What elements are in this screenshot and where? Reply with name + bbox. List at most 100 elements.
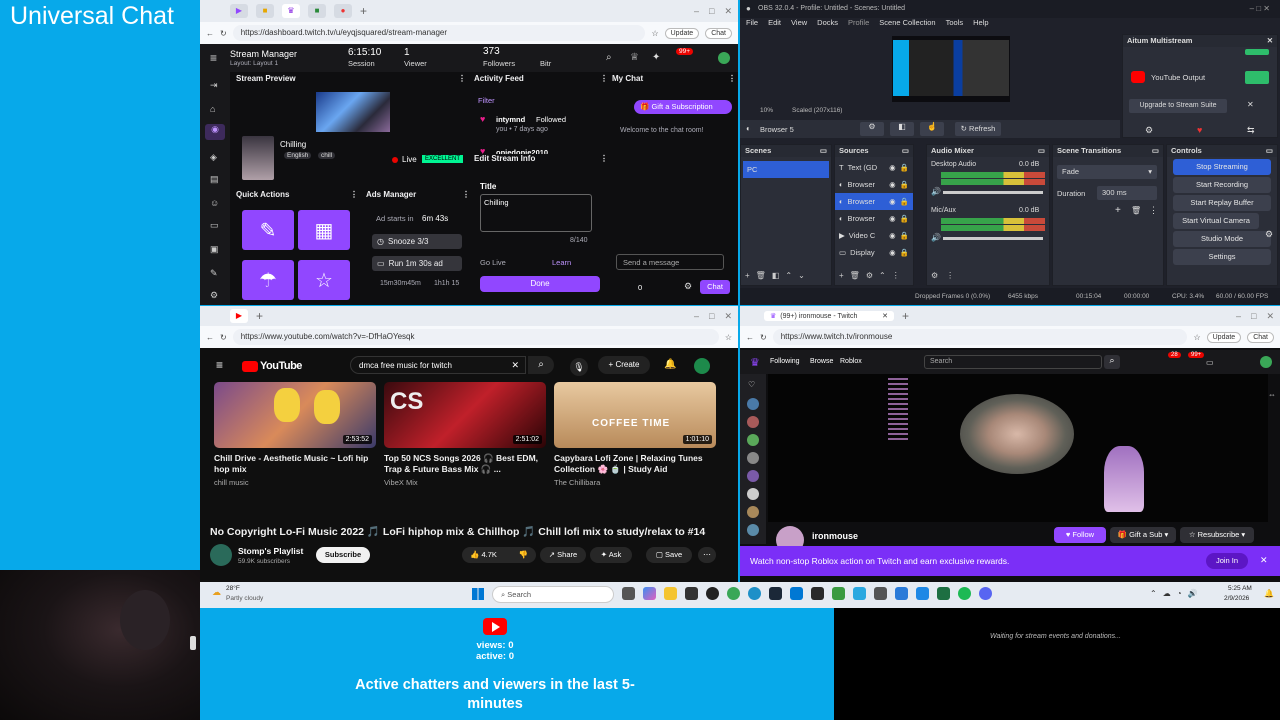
- back-icon[interactable]: ←: [746, 333, 754, 342]
- more-icon[interactable]: ⋮: [462, 190, 470, 199]
- reload-icon[interactable]: ↻: [760, 333, 767, 342]
- dock-menu-icon[interactable]: ▭: [820, 146, 827, 156]
- link-icon[interactable]: ⇆: [1247, 125, 1255, 136]
- raid-tile[interactable]: ☂: [242, 260, 294, 300]
- video-title[interactable]: Top 50 NCS Songs 2026 🎧 Best EDM, Trap &…: [384, 453, 548, 475]
- trash-icon[interactable]: 🗑: [756, 271, 766, 280]
- inbox-icon[interactable]: ▭: [1206, 358, 1214, 367]
- nav-roblox[interactable]: Roblox: [840, 358, 862, 365]
- favorite-tile[interactable]: ☆: [298, 260, 350, 300]
- menu-profile[interactable]: Profile: [848, 18, 869, 32]
- filters-button[interactable]: ◧: [890, 122, 914, 136]
- menu-docks[interactable]: Docks: [817, 18, 838, 32]
- url-field[interactable]: https://www.youtube.com/watch?v=-DfHaOYe…: [232, 329, 719, 345]
- volume-icon[interactable]: 🔊: [1188, 589, 1198, 598]
- weather-icon[interactable]: ☁: [212, 587, 221, 598]
- source-item[interactable]: ▭ Display ◉ 🔒: [835, 244, 913, 261]
- gear-icon[interactable]: ⚙: [684, 281, 692, 292]
- up-icon[interactable]: ⌃: [879, 271, 886, 280]
- clock-time[interactable]: 5:25 AM: [1228, 585, 1252, 592]
- close-icon[interactable]: ✕: [724, 6, 732, 17]
- creator-tools-icon[interactable]: ✎: [210, 268, 218, 279]
- dock-menu-icon[interactable]: ▭: [902, 146, 909, 156]
- update-button[interactable]: Update: [664, 27, 700, 39]
- clear-icon[interactable]: ✕: [511, 360, 519, 371]
- app-icon[interactable]: [853, 587, 866, 600]
- video-title[interactable]: Chill Drive - Aesthetic Music ~ Lofi hip…: [214, 453, 378, 475]
- scrollbar[interactable]: ⇔: [1268, 390, 1276, 399]
- edit-stream-info-tile[interactable]: ✎: [242, 210, 294, 250]
- run-ad-button[interactable]: ▭ Run 1m 30s ad: [372, 256, 462, 271]
- browser-tab[interactable]: ▶: [230, 4, 248, 18]
- output-toggle-button[interactable]: [1245, 71, 1269, 84]
- home-icon[interactable]: ⌂: [210, 104, 215, 114]
- maximize-icon[interactable]: □: [709, 311, 714, 322]
- channel-avatar[interactable]: [747, 524, 759, 536]
- filter-button[interactable]: Filter: [478, 96, 495, 105]
- stop-streaming-button[interactable]: Stop Streaming: [1173, 159, 1271, 175]
- app-icon[interactable]: [832, 587, 845, 600]
- gear-icon[interactable]: ⚙: [931, 271, 938, 280]
- magic-icon[interactable]: ✦: [652, 52, 660, 63]
- defender-icon[interactable]: [790, 587, 803, 600]
- dock-menu-icon[interactable]: ▭: [1038, 146, 1045, 156]
- channel-avatar[interactable]: [210, 544, 232, 566]
- follow-button[interactable]: ♥ Follow: [1054, 527, 1106, 543]
- browser-tab[interactable]: ●: [334, 4, 352, 18]
- scaled-label[interactable]: Scaled (207x116): [792, 107, 842, 114]
- gear-icon[interactable]: ⚙: [866, 271, 873, 280]
- start-recording-button[interactable]: Start Recording: [1173, 177, 1271, 193]
- refresh-button[interactable]: ↻ Refresh: [955, 122, 1001, 136]
- eye-icon[interactable]: ◉: [889, 231, 896, 240]
- interact-button[interactable]: ☝: [920, 122, 944, 136]
- avatar[interactable]: [1260, 356, 1272, 368]
- speaker-icon[interactable]: 🔊: [931, 187, 941, 196]
- more-icon[interactable]: ⋮: [728, 74, 736, 83]
- gift-subscription-button[interactable]: 🎁 Gift a Subscription: [634, 100, 732, 114]
- obs-icon[interactable]: [706, 587, 719, 600]
- eye-icon[interactable]: ◉: [889, 214, 896, 223]
- ask-button[interactable]: ✦ Ask: [590, 547, 632, 563]
- more-icon[interactable]: ⋮: [892, 271, 900, 280]
- more-icon[interactable]: ⋮: [458, 74, 466, 83]
- video-thumbnail[interactable]: COFFEE TIME 1:01:10: [554, 382, 716, 448]
- minimize-icon[interactable]: –: [1236, 311, 1241, 322]
- eye-icon[interactable]: ◉: [889, 248, 896, 257]
- mic-icon[interactable]: 🎙: [570, 358, 588, 376]
- bell-icon[interactable]: 🔔: [1264, 589, 1274, 598]
- resubscribe-button[interactable]: ☆ Resubscribe ▾: [1180, 527, 1254, 543]
- copilot-chat-button[interactable]: Chat: [1247, 331, 1274, 343]
- star-icon[interactable]: ☆: [725, 333, 732, 342]
- bell-icon[interactable]: 🔔: [664, 359, 676, 370]
- prime-badge[interactable]: 28: [1168, 352, 1181, 358]
- chrome-icon[interactable]: [727, 587, 740, 600]
- menu-tools[interactable]: Tools: [946, 18, 964, 32]
- video-title[interactable]: Capybara Lofi Zone | Relaxing Tunes Coll…: [554, 453, 718, 475]
- menu-help[interactable]: Help: [973, 18, 988, 32]
- start-virtual-camera-button[interactable]: Start Virtual Camera: [1173, 213, 1259, 229]
- menu-file[interactable]: File: [746, 18, 758, 32]
- search-icon[interactable]: ⌕: [606, 52, 612, 63]
- join-in-button[interactable]: Join In: [1206, 553, 1248, 569]
- search-button[interactable]: ⌕: [1104, 355, 1120, 369]
- new-tab-icon[interactable]: +: [902, 309, 909, 323]
- trash-icon[interactable]: 🗑: [1131, 206, 1141, 215]
- notifications-badge[interactable]: 99+: [676, 48, 694, 55]
- url-field[interactable]: https://dashboard.twitch.tv/u/eyqjsquare…: [232, 25, 646, 41]
- up-icon[interactable]: ⌃: [785, 271, 792, 280]
- close-icon[interactable]: ✕: [1267, 36, 1273, 46]
- app-icon[interactable]: [874, 587, 887, 600]
- menu-scene-collection[interactable]: Scene Collection: [879, 18, 935, 32]
- video-channel[interactable]: The Chillibara: [554, 478, 600, 487]
- copilot-chat-button[interactable]: Chat: [705, 27, 732, 39]
- browser-tab-twitch[interactable]: ♛: [282, 4, 300, 18]
- app-icon[interactable]: [895, 587, 908, 600]
- duration-input[interactable]: 300 ms: [1097, 186, 1157, 200]
- eye-icon[interactable]: ◉: [889, 180, 896, 189]
- community-icon[interactable]: ☺: [210, 198, 219, 208]
- video-thumbnail[interactable]: CS 2:51:02: [384, 382, 546, 448]
- settings-icon[interactable]: ⚙: [210, 290, 218, 301]
- eye-icon[interactable]: ◉: [889, 197, 896, 206]
- maximize-icon[interactable]: □: [1251, 311, 1256, 322]
- streamer-name[interactable]: ironmouse: [812, 531, 858, 541]
